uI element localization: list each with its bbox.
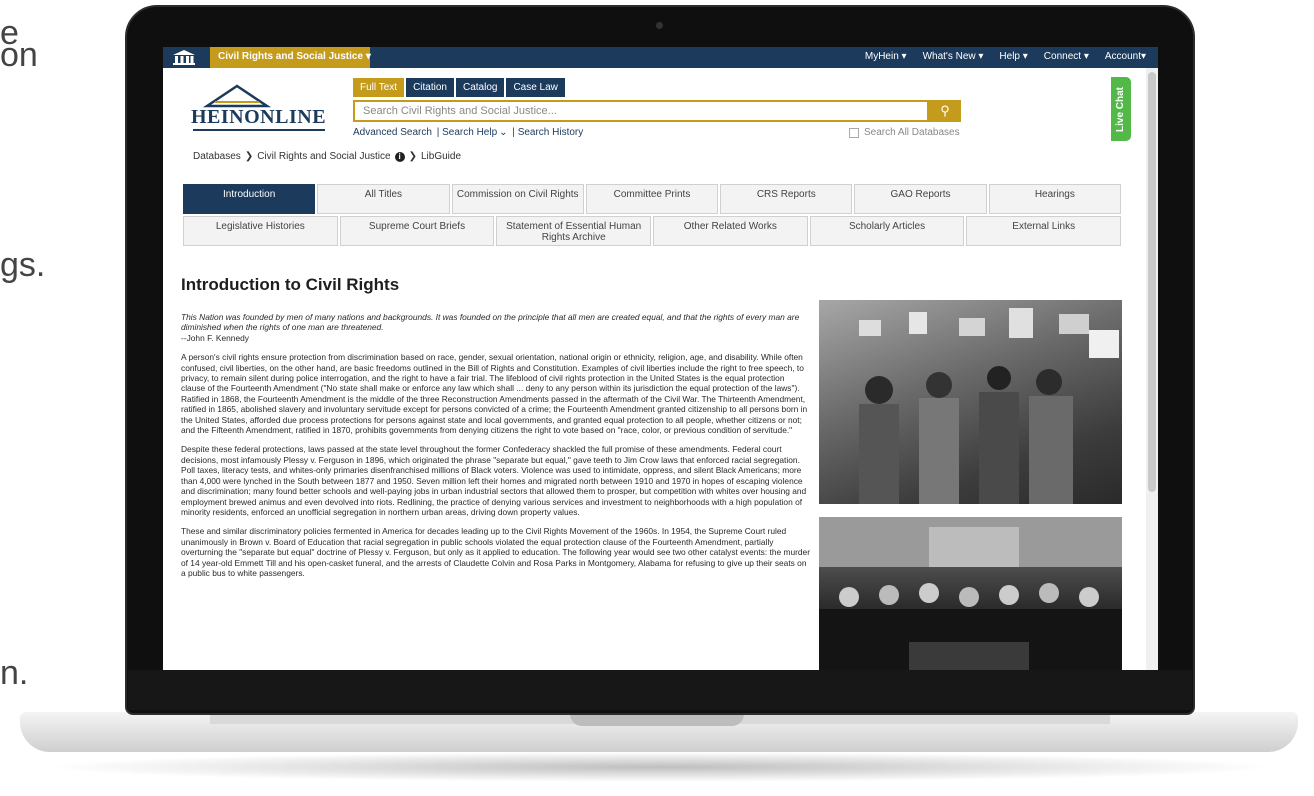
nav-hearings[interactable]: Hearings (988, 184, 1121, 214)
home-icon[interactable] (173, 50, 195, 65)
database-menu[interactable]: Civil Rights and Social Justice ▾ (210, 47, 371, 68)
chevron-right-icon: ❯ (244, 151, 254, 162)
logo-wordmark: HEINONLINE (191, 106, 327, 128)
background-slide-text: n. (0, 654, 29, 692)
paragraph-jim-crow: Despite these federal protections, laws … (181, 444, 807, 517)
browser-screen: Civil Rights and Social Justice ▾ MyHein… (163, 47, 1158, 670)
kennedy-quote: This Nation was founded by men of many n… (181, 312, 800, 333)
webcam-icon (656, 22, 663, 29)
search-input[interactable]: Search Civil Rights and Social Justice..… (353, 100, 929, 122)
tab-catalog[interactable]: Catalog (455, 78, 505, 97)
collection-nav-row: Introduction All Titles Commission on Ci… (183, 184, 1121, 214)
database-menu-label: Civil Rights and Social Justice (218, 51, 364, 62)
nav-essential-human-rights[interactable]: Statement of Essential Human Rights Arch… (496, 216, 652, 246)
search-all-label: Search All Databases (864, 127, 960, 138)
search-help-link[interactable]: Search Help (442, 127, 497, 138)
top-nav-bar: Civil Rights and Social Justice ▾ MyHein… (163, 47, 1158, 68)
signing-photo (819, 517, 1122, 670)
signing-photo-image (819, 517, 1122, 670)
chevron-right-icon: ❯ (408, 151, 417, 162)
nav-help[interactable]: Help ▾ (999, 51, 1027, 62)
breadcrumb-libguide: LibGuide (420, 151, 462, 162)
paragraph-civil-rights-movement: These and similar discriminatory policie… (181, 526, 810, 578)
laptop-shadow (40, 752, 1280, 782)
search-links: Advanced Search | Search Help ⌄ | Search … (353, 127, 584, 138)
nav-introduction[interactable]: Introduction (183, 184, 316, 214)
background-slide-text: on (0, 36, 38, 74)
nav-supreme-court-briefs[interactable]: Supreme Court Briefs (339, 216, 495, 246)
tab-full-text[interactable]: Full Text (353, 78, 405, 97)
collection-nav-row: Legislative Histories Supreme Court Brie… (183, 216, 1122, 246)
search-icon: ⚲ (940, 103, 950, 118)
nav-whats-new[interactable]: What's New ▾ (923, 51, 984, 62)
nav-connect[interactable]: Connect ▾ (1044, 51, 1089, 62)
nav-legislative-histories[interactable]: Legislative Histories (183, 216, 338, 246)
tab-citation[interactable]: Citation (406, 78, 454, 97)
laptop-chin (128, 670, 1192, 710)
search-button[interactable]: ⚲ (929, 100, 961, 122)
tab-case-law[interactable]: Case Law (506, 78, 565, 97)
nav-account[interactable]: Account▾ (1105, 51, 1146, 62)
paragraph-civil-rights: A person's civil rights ensure protectio… (181, 352, 808, 436)
nav-all-titles[interactable]: All Titles (317, 184, 450, 214)
nav-other-related-works[interactable]: Other Related Works (653, 216, 808, 246)
page-title: Introduction to Civil Rights (181, 275, 400, 294)
breadcrumb-databases[interactable]: Databases (193, 151, 241, 162)
quote-author: --John F. Kennedy (181, 332, 249, 343)
search-all-databases[interactable]: Search All Databases (849, 127, 960, 138)
nav-scholarly-articles[interactable]: Scholarly Articles (809, 216, 965, 246)
nav-external-links[interactable]: External Links (966, 216, 1122, 246)
nav-crs-reports[interactable]: CRS Reports (720, 184, 853, 214)
march-photo (819, 300, 1122, 504)
nav-commission-on-civil-rights[interactable]: Commission on Civil Rights (451, 184, 584, 214)
scrollbar-thumb[interactable] (1148, 72, 1156, 492)
nav-committee-prints[interactable]: Committee Prints (585, 184, 719, 214)
live-chat-button[interactable]: Live Chat (1111, 77, 1131, 141)
search-tabs: Full Text Citation Catalog Case Law (353, 78, 565, 97)
page: e on gs. n. Civil Rights and Social Just… (0, 0, 1314, 796)
account-nav: MyHein ▾ What's New ▾ Help ▾ Connect ▾ A… (865, 51, 1146, 62)
search-all-checkbox[interactable] (849, 127, 859, 138)
nav-gao-reports[interactable]: GAO Reports (854, 184, 987, 214)
intro-content: This Nation was founded by men of many n… (181, 312, 811, 587)
logo-rule (193, 129, 325, 131)
collection-nav: Introduction All Titles Commission on Ci… (183, 184, 1122, 248)
breadcrumb-collection[interactable]: Civil Rights and Social Justice (257, 151, 390, 162)
info-icon[interactable]: i (394, 151, 405, 162)
march-photo-image (859, 308, 1119, 504)
breadcrumb: Databases ❯ Civil Rights and Social Just… (193, 151, 461, 162)
search-history-link[interactable]: Search History (518, 127, 584, 138)
nav-myhein[interactable]: MyHein ▾ (865, 51, 907, 62)
advanced-search-link[interactable]: Advanced Search (353, 127, 432, 138)
background-slide-text: gs. (0, 246, 46, 284)
chevron-down-icon: ⌄ (499, 127, 508, 138)
